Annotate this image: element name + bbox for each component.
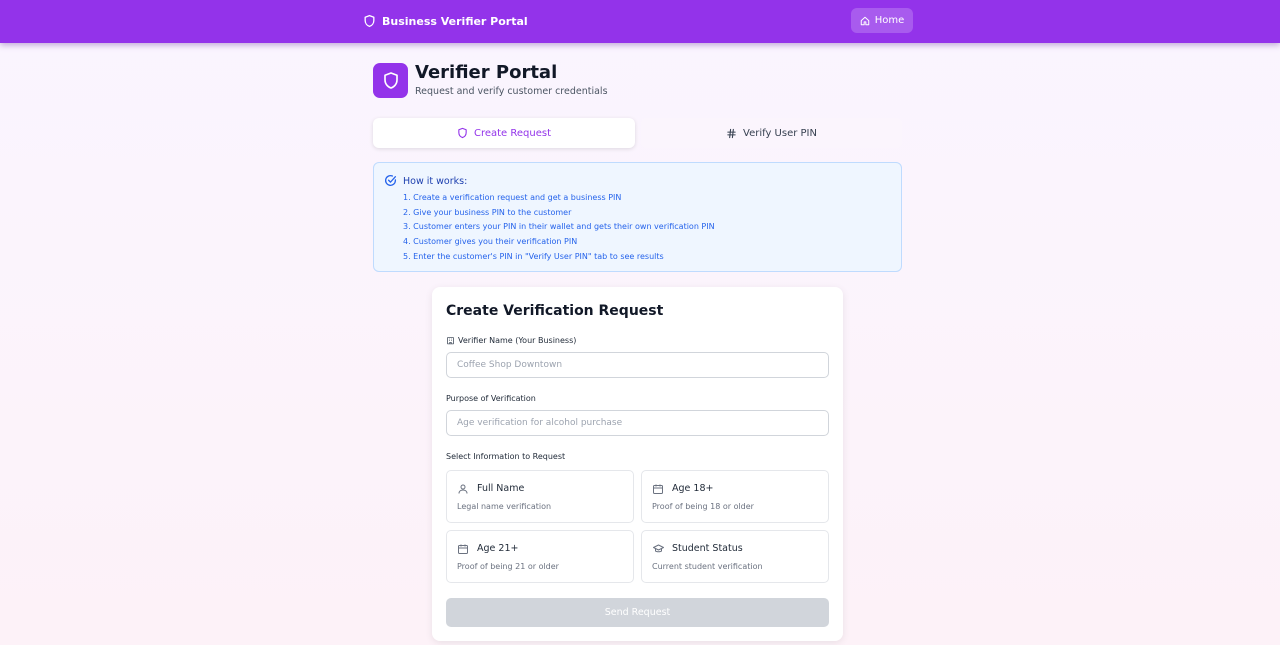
verifier-name-input[interactable] <box>446 352 829 378</box>
page-subtitle: Request and verify customer credentials <box>415 86 608 97</box>
check-circle-icon <box>384 174 397 187</box>
option-desc: Legal name verification <box>457 502 552 511</box>
label-text: Select Information to Request <box>446 452 566 461</box>
tab-label: Create Request <box>473 127 552 139</box>
option-age-21[interactable]: Age 21+ Proof of being 21 or older <box>446 530 634 583</box>
option-age-18[interactable]: Age 18+ Proof of being 18 or older <box>641 470 829 523</box>
option-title: Age 18+ <box>672 483 714 494</box>
building-icon <box>446 336 455 345</box>
home-icon <box>860 16 870 26</box>
shield-icon <box>457 127 468 139</box>
label-text: Verifier Name (Your Business) <box>458 336 577 345</box>
home-label: Home <box>874 15 905 26</box>
verifier-name-label: Verifier Name (Your Business) <box>446 336 576 345</box>
info-title: How it works: <box>403 176 468 187</box>
portal-logo <box>373 63 408 98</box>
hash-icon <box>726 128 737 139</box>
tab-create-request[interactable]: Create Request <box>373 118 635 148</box>
home-button[interactable]: Home <box>851 8 913 33</box>
graduation-cap-icon <box>652 543 665 555</box>
calendar-icon <box>457 543 469 555</box>
option-full-name[interactable]: Full Name Legal name verification <box>446 470 634 523</box>
option-desc: Proof of being 21 or older <box>457 562 559 571</box>
info-step: 4. Customer gives you their verification… <box>403 237 578 247</box>
create-request-card: Create Verification Request Verifier Nam… <box>432 287 843 641</box>
send-request-button[interactable]: Send Request <box>446 598 829 627</box>
top-navbar: Business Verifier Portal Home <box>0 0 1280 43</box>
info-step: 3. Customer enters your PIN in their wal… <box>403 222 715 232</box>
info-step: 5. Enter the customer's PIN in "Verify U… <box>403 251 664 261</box>
label-text: Purpose of Verification <box>446 394 536 403</box>
tab-verify-user-pin[interactable]: Verify User PIN <box>641 118 902 148</box>
form-title: Create Verification Request <box>446 303 664 319</box>
option-student-status[interactable]: Student Status Current student verificat… <box>641 530 829 583</box>
option-title: Student Status <box>672 543 743 554</box>
select-info-label: Select Information to Request <box>446 452 565 461</box>
shield-icon <box>382 71 400 90</box>
how-it-works-box: How it works: 1. Create a verification r… <box>373 162 902 272</box>
option-title: Full Name <box>477 483 525 494</box>
info-steps-list: 1. Create a verification request and get… <box>403 191 715 265</box>
brand: Business Verifier Portal <box>363 12 528 30</box>
option-title: Age 21+ <box>477 543 519 554</box>
user-icon <box>457 483 469 495</box>
info-step: 1. Create a verification request and get… <box>403 193 622 202</box>
page-title: Verifier Portal <box>415 62 558 83</box>
purpose-input[interactable] <box>446 410 829 436</box>
option-desc: Current student verification <box>652 562 763 571</box>
purpose-label: Purpose of Verification <box>446 394 536 403</box>
brand-title: Business Verifier Portal <box>382 14 528 28</box>
info-step: 2. Give your business PIN to the custome… <box>403 207 572 217</box>
shield-icon <box>363 14 376 28</box>
calendar-icon <box>652 483 664 495</box>
option-desc: Proof of being 18 or older <box>652 502 754 511</box>
tab-label: Verify User PIN <box>743 127 817 139</box>
